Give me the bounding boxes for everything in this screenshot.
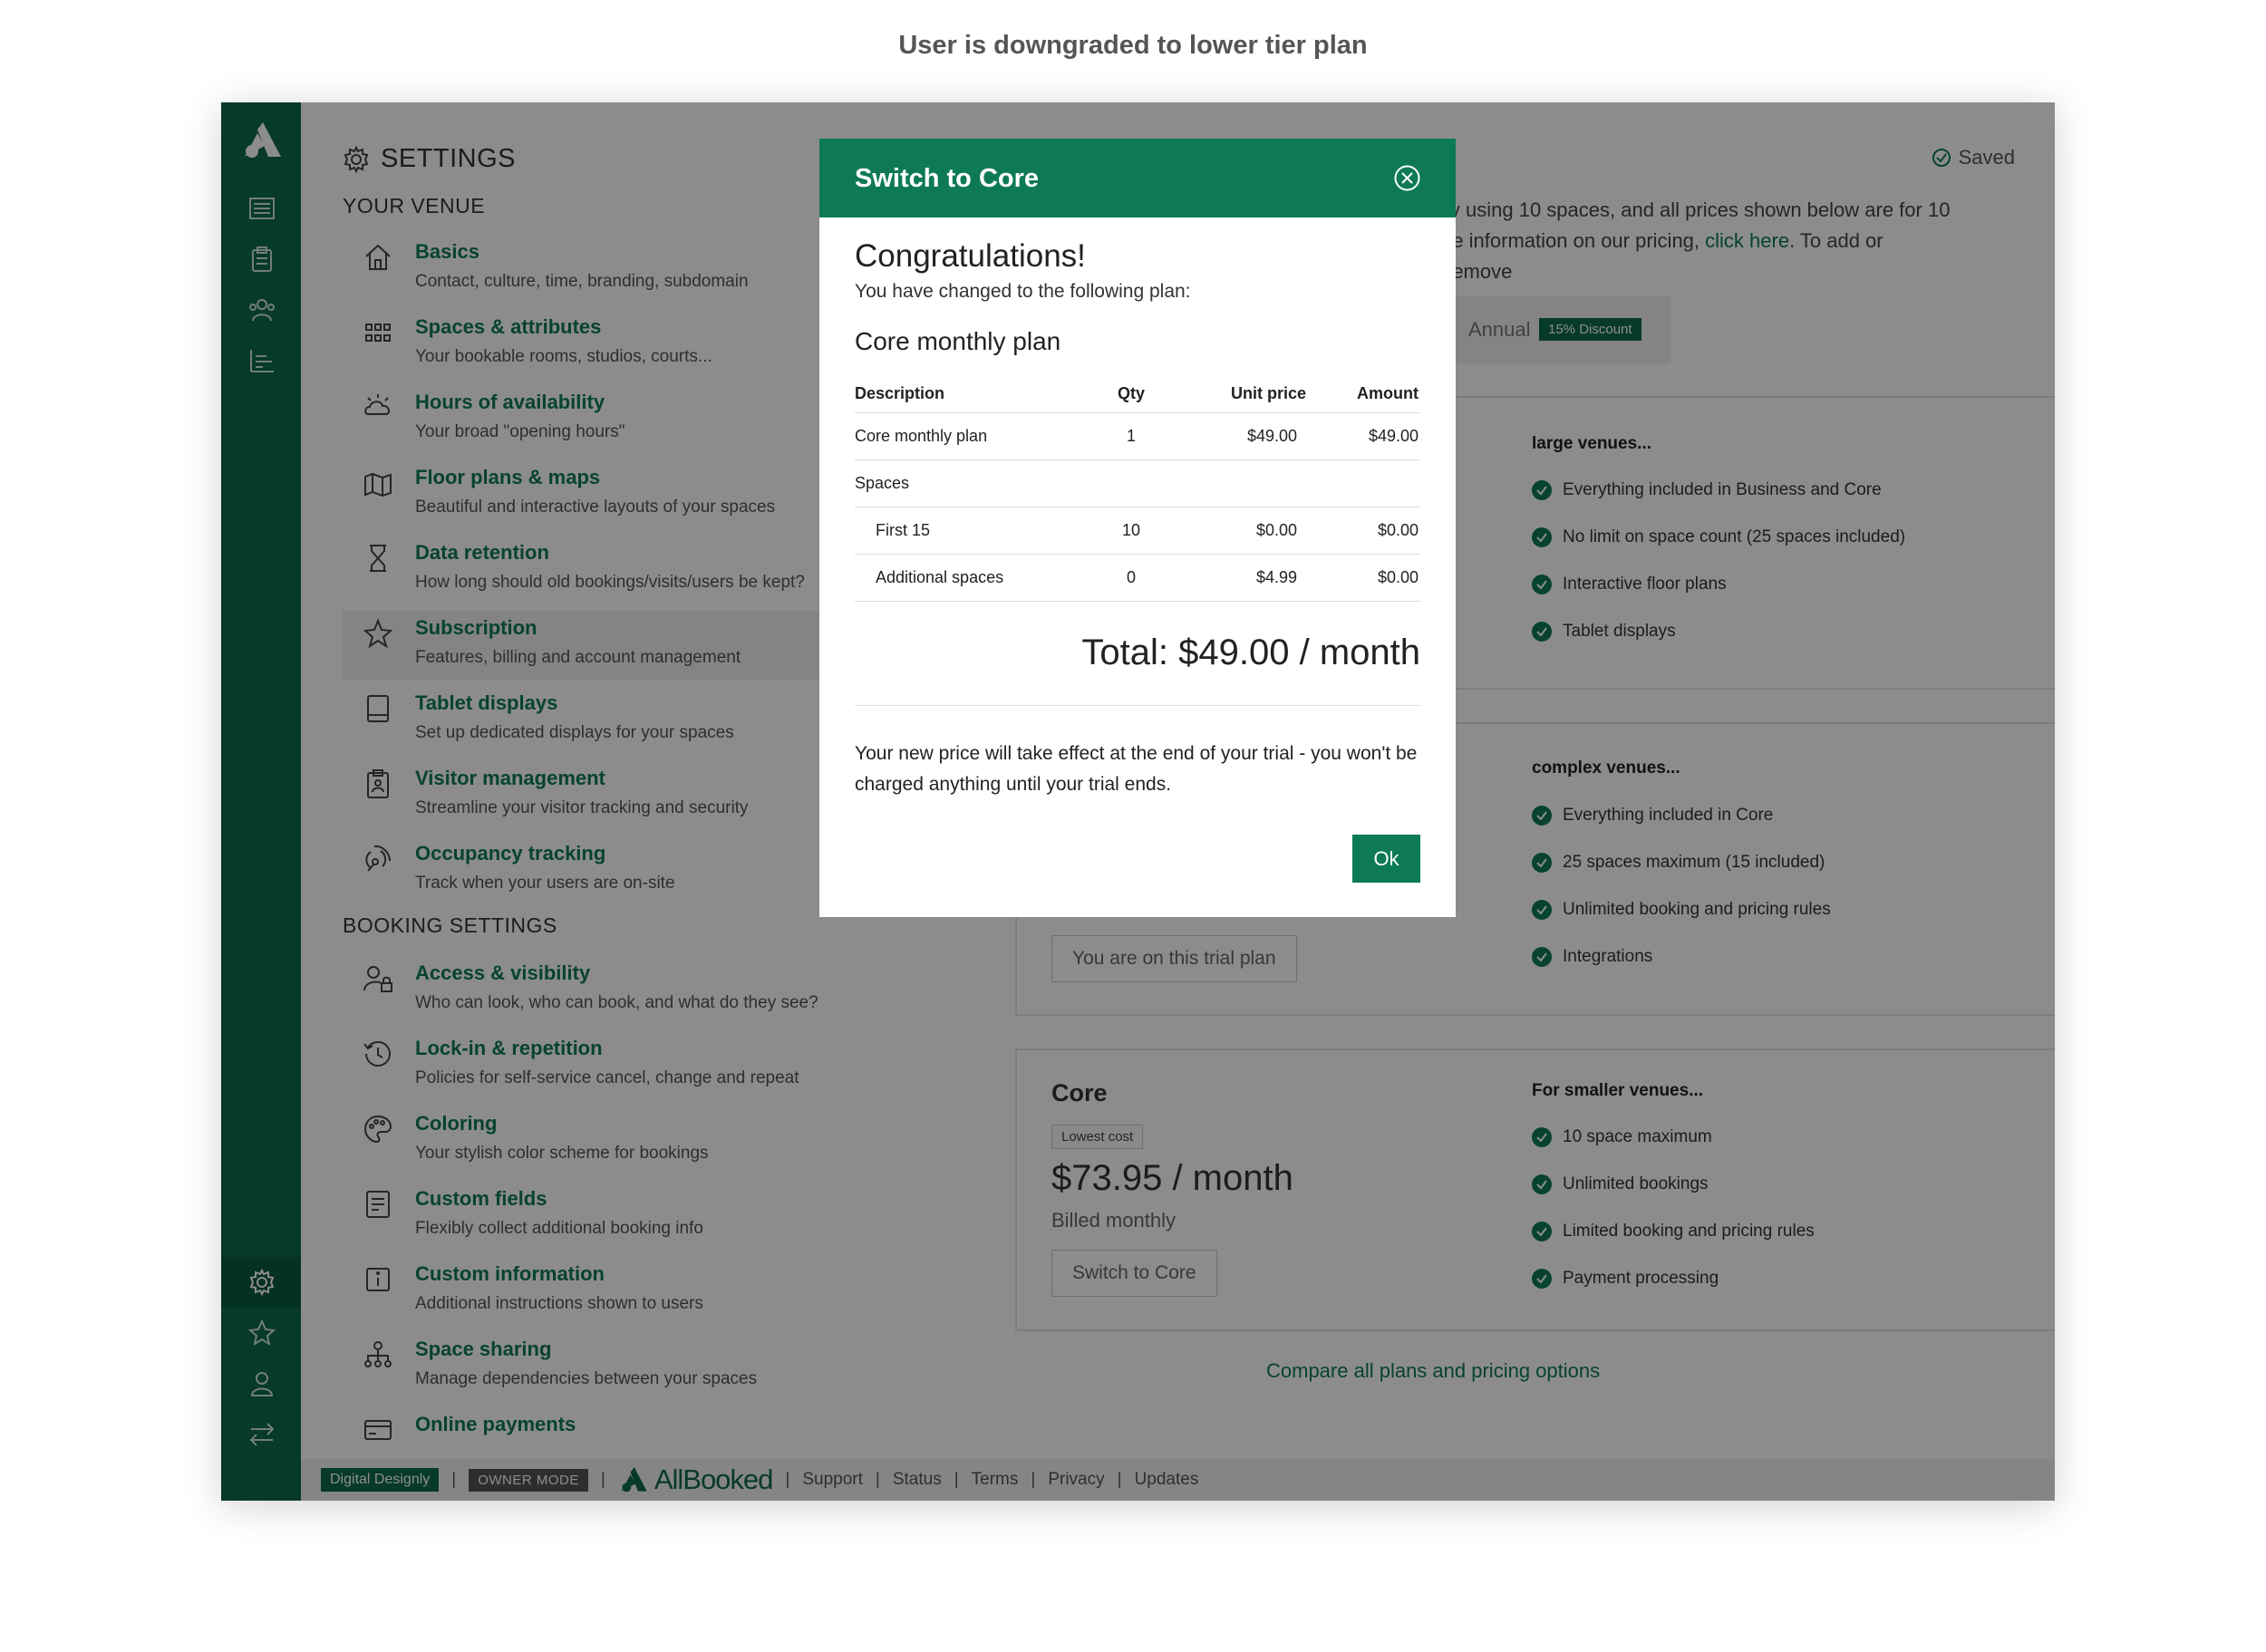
dialog-title: Switch to Core	[855, 164, 1040, 193]
divider	[855, 705, 1420, 706]
app-window: SETTINGS YOUR VENUE Basics Contact, cult…	[221, 102, 2055, 1501]
col-unit-price: Unit price	[1172, 376, 1308, 413]
ok-button[interactable]: Ok	[1352, 835, 1420, 883]
row-description: Core monthly plan	[855, 412, 1090, 460]
col-amount: Amount	[1308, 376, 1420, 413]
col-description: Description	[855, 376, 1090, 413]
page-caption: User is downgraded to lower tier plan	[898, 31, 1368, 60]
row-amount: $0.00	[1308, 507, 1420, 555]
row-description: Spaces	[855, 459, 1090, 507]
table-row: First 15 10 $0.00 $0.00	[855, 507, 1420, 555]
trial-note: Your new price will take effect at the e…	[855, 743, 1418, 795]
row-unit-price: $49.00	[1172, 412, 1308, 460]
table-row: Additional spaces 0 $4.99 $0.00	[855, 554, 1420, 602]
col-qty: Qty	[1090, 376, 1172, 413]
row-unit-price: $4.99	[1172, 554, 1308, 602]
row-qty: 0	[1090, 554, 1172, 602]
switch-plan-dialog: Switch to Core Congratulations! You have…	[819, 139, 1456, 917]
row-description: First 15	[855, 507, 1090, 555]
row-amount	[1308, 459, 1420, 507]
changed-plan-text: You have changed to the following plan:	[855, 281, 1191, 302]
row-qty: 1	[1090, 412, 1172, 460]
table-header-row: Description Qty Unit price Amount	[855, 376, 1420, 413]
table-row: Spaces	[855, 459, 1420, 507]
invoice-table: Description Qty Unit price Amount Core m…	[855, 376, 1420, 602]
row-qty	[1090, 459, 1172, 507]
dialog-header: Switch to Core	[819, 139, 1456, 217]
row-unit-price	[1172, 459, 1308, 507]
close-icon[interactable]	[1393, 164, 1421, 192]
row-qty: 10	[1090, 507, 1172, 555]
row-amount: $0.00	[1308, 554, 1420, 602]
row-unit-price: $0.00	[1172, 507, 1308, 555]
table-row: Core monthly plan 1 $49.00 $49.00	[855, 412, 1420, 460]
row-description: Additional spaces	[855, 554, 1090, 602]
new-plan-title: Core monthly plan	[855, 327, 1061, 355]
monthly-total: Total: $49.00 / month	[1081, 633, 1420, 672]
congratulations-heading: Congratulations!	[855, 238, 1086, 274]
row-amount: $49.00	[1308, 412, 1420, 460]
